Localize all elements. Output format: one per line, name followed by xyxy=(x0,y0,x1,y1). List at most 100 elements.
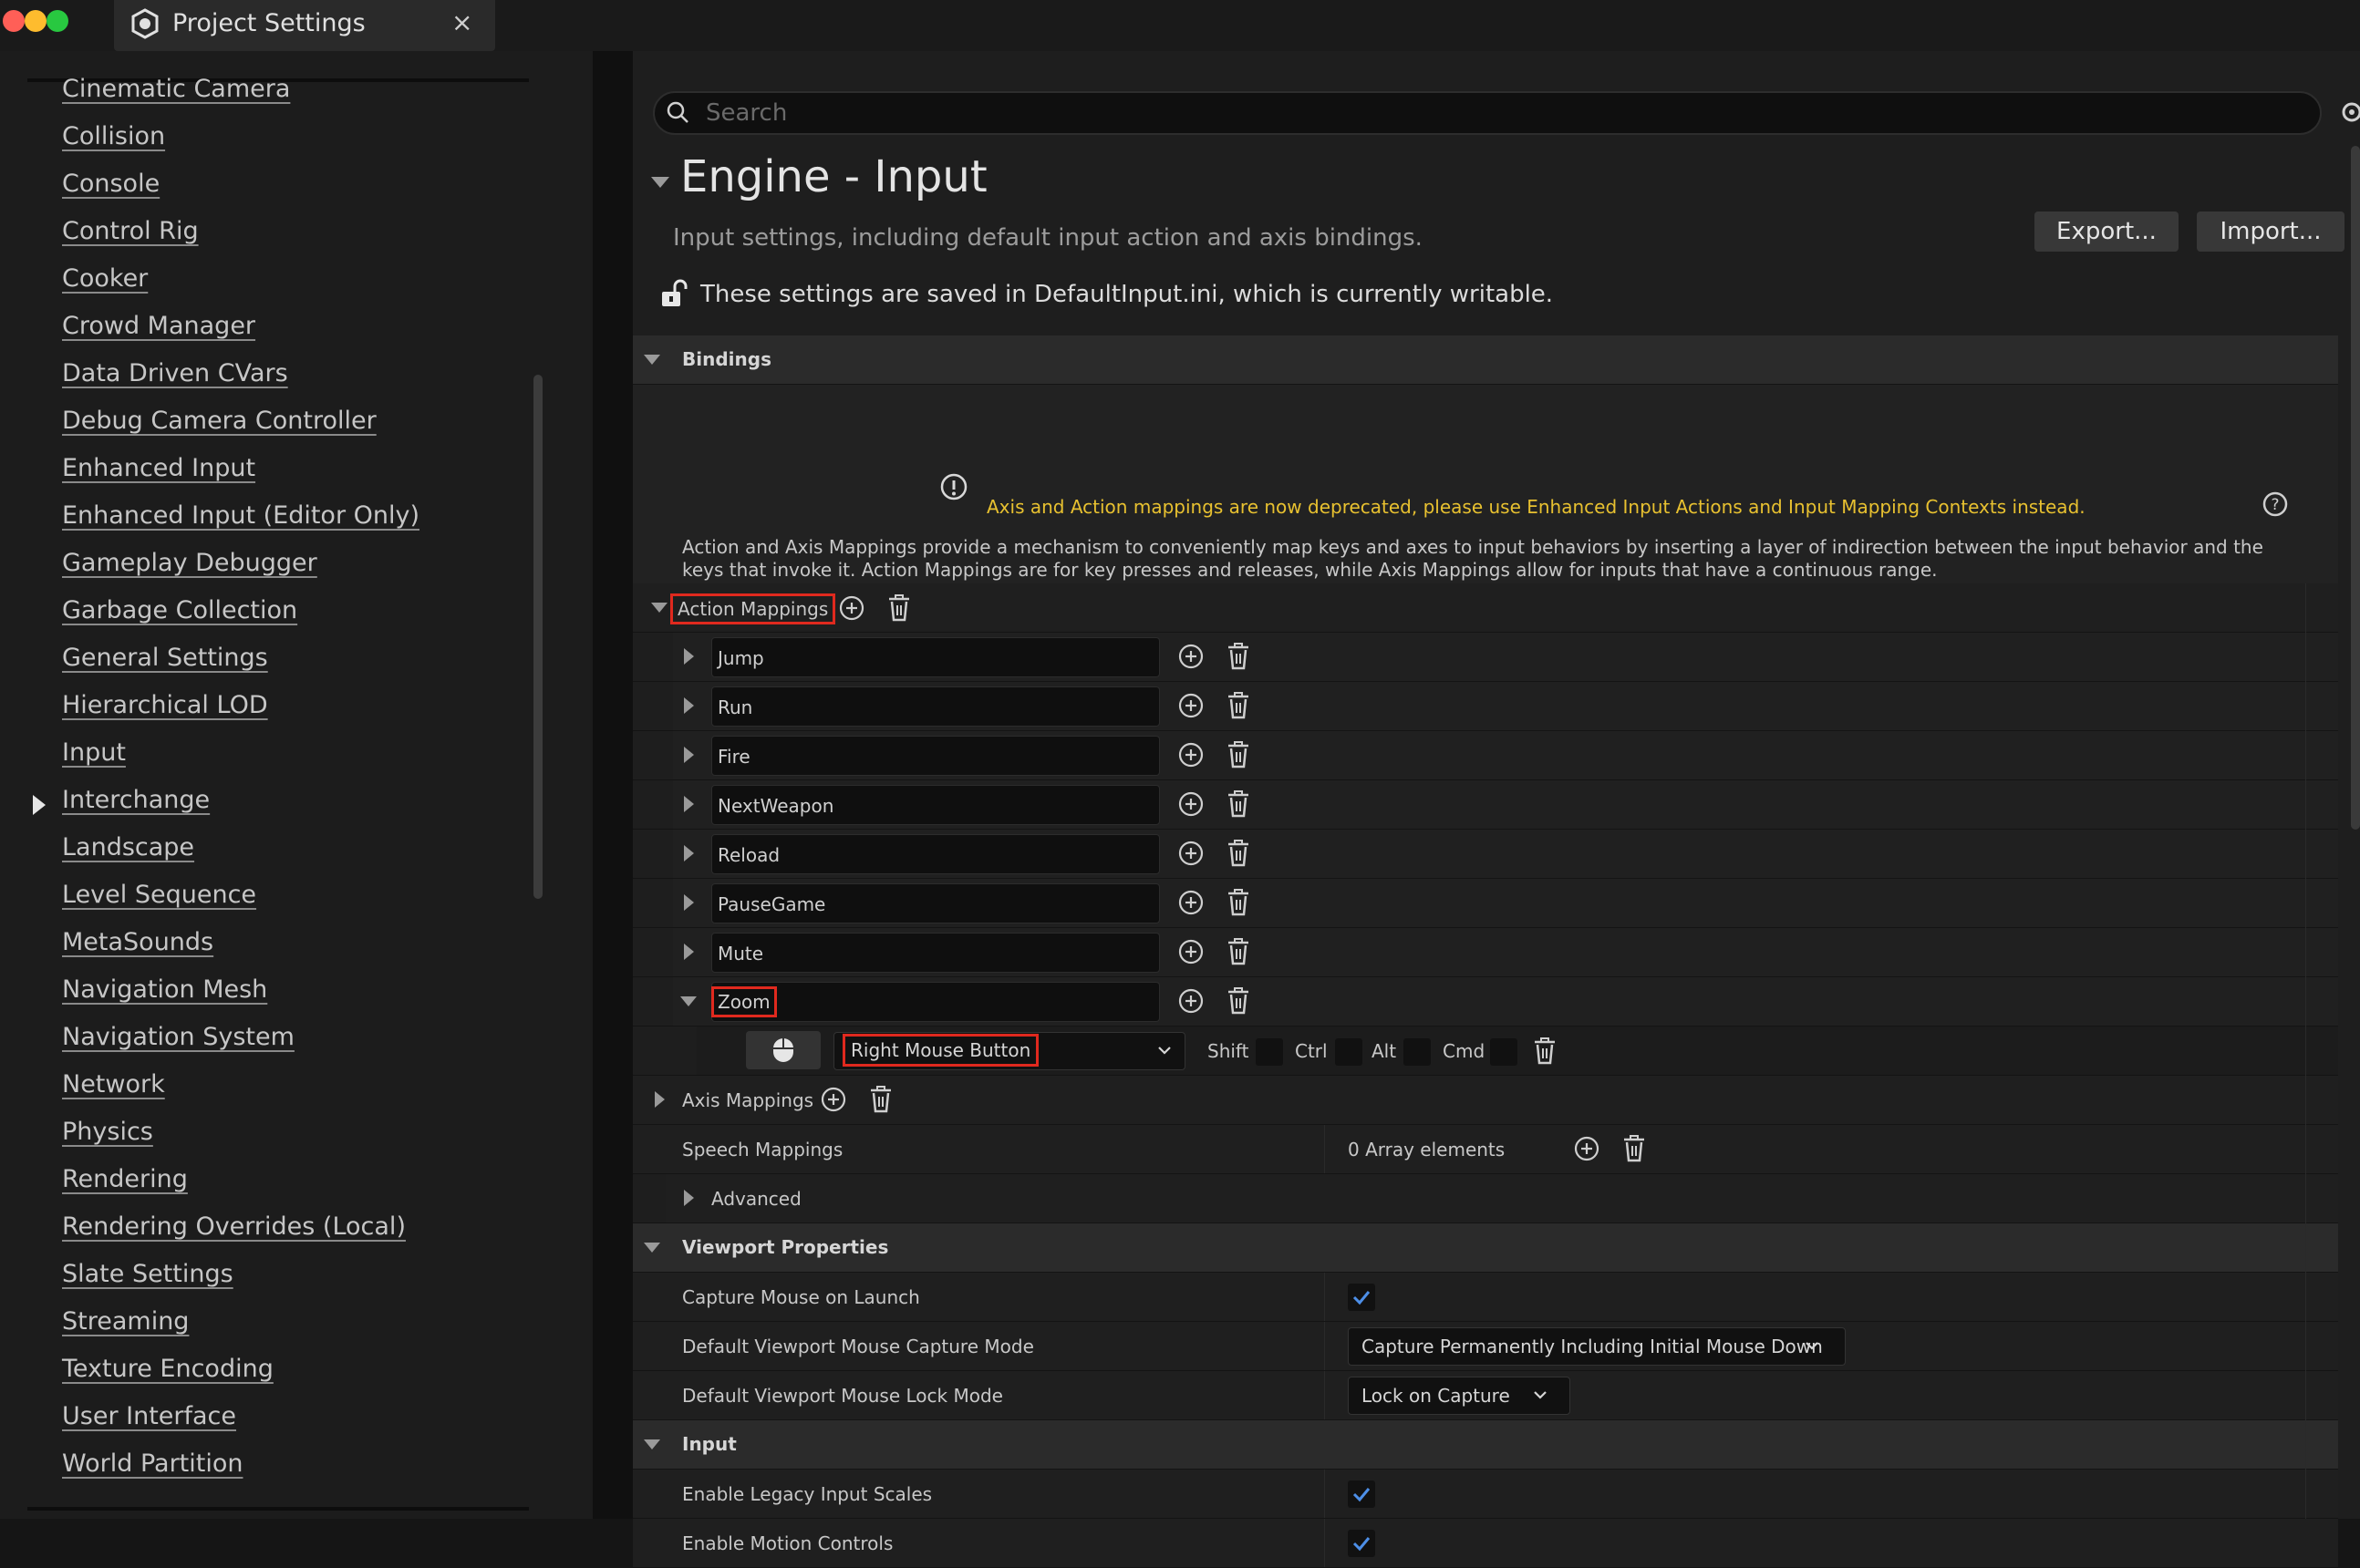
alt-checkbox[interactable] xyxy=(1403,1038,1431,1066)
action-name-field[interactable]: NextWeapon xyxy=(711,785,1160,825)
lock-mode-dropdown[interactable]: Lock on Capture xyxy=(1348,1377,1570,1415)
action-name-field[interactable]: Zoom xyxy=(711,982,1160,1022)
sidebar-item-level-sequence[interactable]: Level Sequence xyxy=(62,881,256,909)
sidebar-item-streaming[interactable]: Streaming xyxy=(62,1307,189,1336)
expand-icon[interactable] xyxy=(684,747,694,763)
expand-icon[interactable] xyxy=(655,1091,665,1108)
sidebar-item-network[interactable]: Network xyxy=(62,1070,165,1099)
sidebar-item-cooker[interactable]: Cooker xyxy=(62,264,148,293)
collapse-icon[interactable] xyxy=(680,996,697,1006)
sidebar-item-debug-camera-controller[interactable]: Debug Camera Controller xyxy=(62,407,377,435)
collapse-icon[interactable] xyxy=(651,603,668,613)
sidebar-item-enhanced-input-editor[interactable]: Enhanced Input (Editor Only) xyxy=(62,501,419,530)
tab-project-settings[interactable]: Project Settings × xyxy=(114,0,495,51)
add-icon[interactable] xyxy=(1178,791,1204,817)
sidebar-item-crowd-manager[interactable]: Crowd Manager xyxy=(62,312,255,340)
delete-icon[interactable] xyxy=(1226,692,1251,719)
sidebar-item-console[interactable]: Console xyxy=(62,170,160,198)
delete-icon[interactable] xyxy=(868,1086,894,1113)
gear-icon[interactable] xyxy=(2338,98,2360,126)
sidebar-scrollbar[interactable] xyxy=(533,375,543,899)
import-button[interactable]: Import... xyxy=(2197,211,2344,252)
help-icon[interactable]: ? xyxy=(2262,490,2289,518)
sidebar-item-control-rig[interactable]: Control Rig xyxy=(62,217,199,245)
sidebar-item-gameplay-debugger[interactable]: Gameplay Debugger xyxy=(62,549,317,577)
sidebar-item-navigation-system[interactable]: Navigation System xyxy=(62,1023,295,1051)
action-name-field[interactable]: PauseGame xyxy=(711,883,1160,923)
add-icon[interactable] xyxy=(839,595,864,621)
shift-checkbox[interactable] xyxy=(1256,1038,1283,1066)
expand-icon[interactable] xyxy=(684,1190,694,1206)
expand-icon[interactable] xyxy=(684,796,694,812)
sidebar-item-texture-encoding[interactable]: Texture Encoding xyxy=(62,1355,274,1383)
delete-icon[interactable] xyxy=(1621,1135,1647,1162)
add-icon[interactable] xyxy=(1574,1136,1599,1161)
sidebar-item-rendering[interactable]: Rendering xyxy=(62,1165,188,1193)
add-icon[interactable] xyxy=(1178,988,1204,1014)
sidebar-item-world-partition[interactable]: World Partition xyxy=(62,1449,243,1478)
add-icon[interactable] xyxy=(1178,939,1204,965)
close-window-button[interactable] xyxy=(3,10,25,32)
add-icon[interactable] xyxy=(1178,841,1204,866)
legacy-scales-checkbox[interactable] xyxy=(1348,1480,1375,1508)
expand-icon[interactable] xyxy=(684,697,694,714)
delete-icon[interactable] xyxy=(1226,987,1251,1015)
ctrl-checkbox[interactable] xyxy=(1335,1038,1362,1066)
sidebar-item-navigation-mesh[interactable]: Navigation Mesh xyxy=(62,975,267,1004)
sidebar-item-physics[interactable]: Physics xyxy=(62,1118,153,1146)
capture-mouse-checkbox[interactable] xyxy=(1348,1284,1375,1311)
action-name-field[interactable]: Mute xyxy=(711,933,1160,973)
action-name-field[interactable]: Jump xyxy=(711,637,1160,677)
category-input[interactable]: Input xyxy=(633,1420,2338,1470)
expand-icon[interactable] xyxy=(684,845,694,861)
capture-mode-dropdown[interactable]: Capture Permanently Including Initial Mo… xyxy=(1348,1327,1846,1366)
panel-splitter[interactable] xyxy=(593,51,633,1519)
delete-icon[interactable] xyxy=(1226,643,1251,670)
sidebar-item-landscape[interactable]: Landscape xyxy=(62,833,194,861)
add-icon[interactable] xyxy=(1178,693,1204,718)
sidebar-item-user-interface[interactable]: User Interface xyxy=(62,1402,236,1430)
sidebar-item-slate-settings[interactable]: Slate Settings xyxy=(62,1260,233,1288)
maximize-window-button[interactable] xyxy=(47,10,68,32)
search-input[interactable] xyxy=(704,97,2258,129)
delete-icon[interactable] xyxy=(1226,938,1251,965)
sidebar-item-input[interactable]: Input xyxy=(62,738,126,767)
expand-icon[interactable] xyxy=(684,894,694,911)
sidebar-item-enhanced-input[interactable]: Enhanced Input xyxy=(62,454,255,482)
add-icon[interactable] xyxy=(1178,742,1204,768)
sidebar-item-metasounds[interactable]: MetaSounds xyxy=(62,928,213,956)
sidebar-item-data-driven-cvars[interactable]: Data Driven CVars xyxy=(62,359,288,387)
key-dropdown[interactable]: Right Mouse Button xyxy=(833,1032,1185,1070)
delete-icon[interactable] xyxy=(1226,790,1251,818)
export-button[interactable]: Export... xyxy=(2034,211,2179,252)
sidebar-item-hierarchical-lod[interactable]: Hierarchical LOD xyxy=(62,691,268,719)
main-scrollbar[interactable] xyxy=(2351,146,2360,830)
expand-icon[interactable] xyxy=(684,648,694,665)
category-viewport-properties[interactable]: Viewport Properties xyxy=(633,1223,2338,1273)
expand-icon[interactable] xyxy=(684,944,694,960)
delete-icon[interactable] xyxy=(1226,840,1251,867)
collapse-section-icon[interactable] xyxy=(651,177,669,188)
close-tab-icon[interactable]: × xyxy=(451,7,472,37)
action-name-field[interactable]: Run xyxy=(711,686,1160,727)
sidebar-item-collision[interactable]: Collision xyxy=(62,122,165,150)
key-selector-button[interactable] xyxy=(746,1031,821,1069)
sidebar-item-interchange[interactable]: Interchange xyxy=(62,786,210,814)
sidebar-item-garbage-collection[interactable]: Garbage Collection xyxy=(62,596,297,624)
add-icon[interactable] xyxy=(1178,644,1204,669)
delete-icon[interactable] xyxy=(1226,889,1251,916)
advanced-row[interactable]: Advanced xyxy=(633,1174,2338,1223)
action-name-field[interactable]: Reload xyxy=(711,834,1160,874)
sidebar-item-rendering-overrides[interactable]: Rendering Overrides (Local) xyxy=(62,1212,406,1241)
minimize-window-button[interactable] xyxy=(25,10,47,32)
cmd-checkbox[interactable] xyxy=(1490,1038,1517,1066)
sidebar-item-cinematic-camera[interactable]: Cinematic Camera xyxy=(62,75,290,103)
category-bindings[interactable]: Bindings xyxy=(633,335,2338,385)
add-icon[interactable] xyxy=(821,1087,846,1112)
delete-icon[interactable] xyxy=(1532,1037,1558,1065)
delete-icon[interactable] xyxy=(1226,741,1251,769)
delete-icon[interactable] xyxy=(886,594,912,622)
motion-controls-checkbox[interactable] xyxy=(1348,1530,1375,1557)
action-name-field[interactable]: Fire xyxy=(711,736,1160,776)
add-icon[interactable] xyxy=(1178,890,1204,915)
